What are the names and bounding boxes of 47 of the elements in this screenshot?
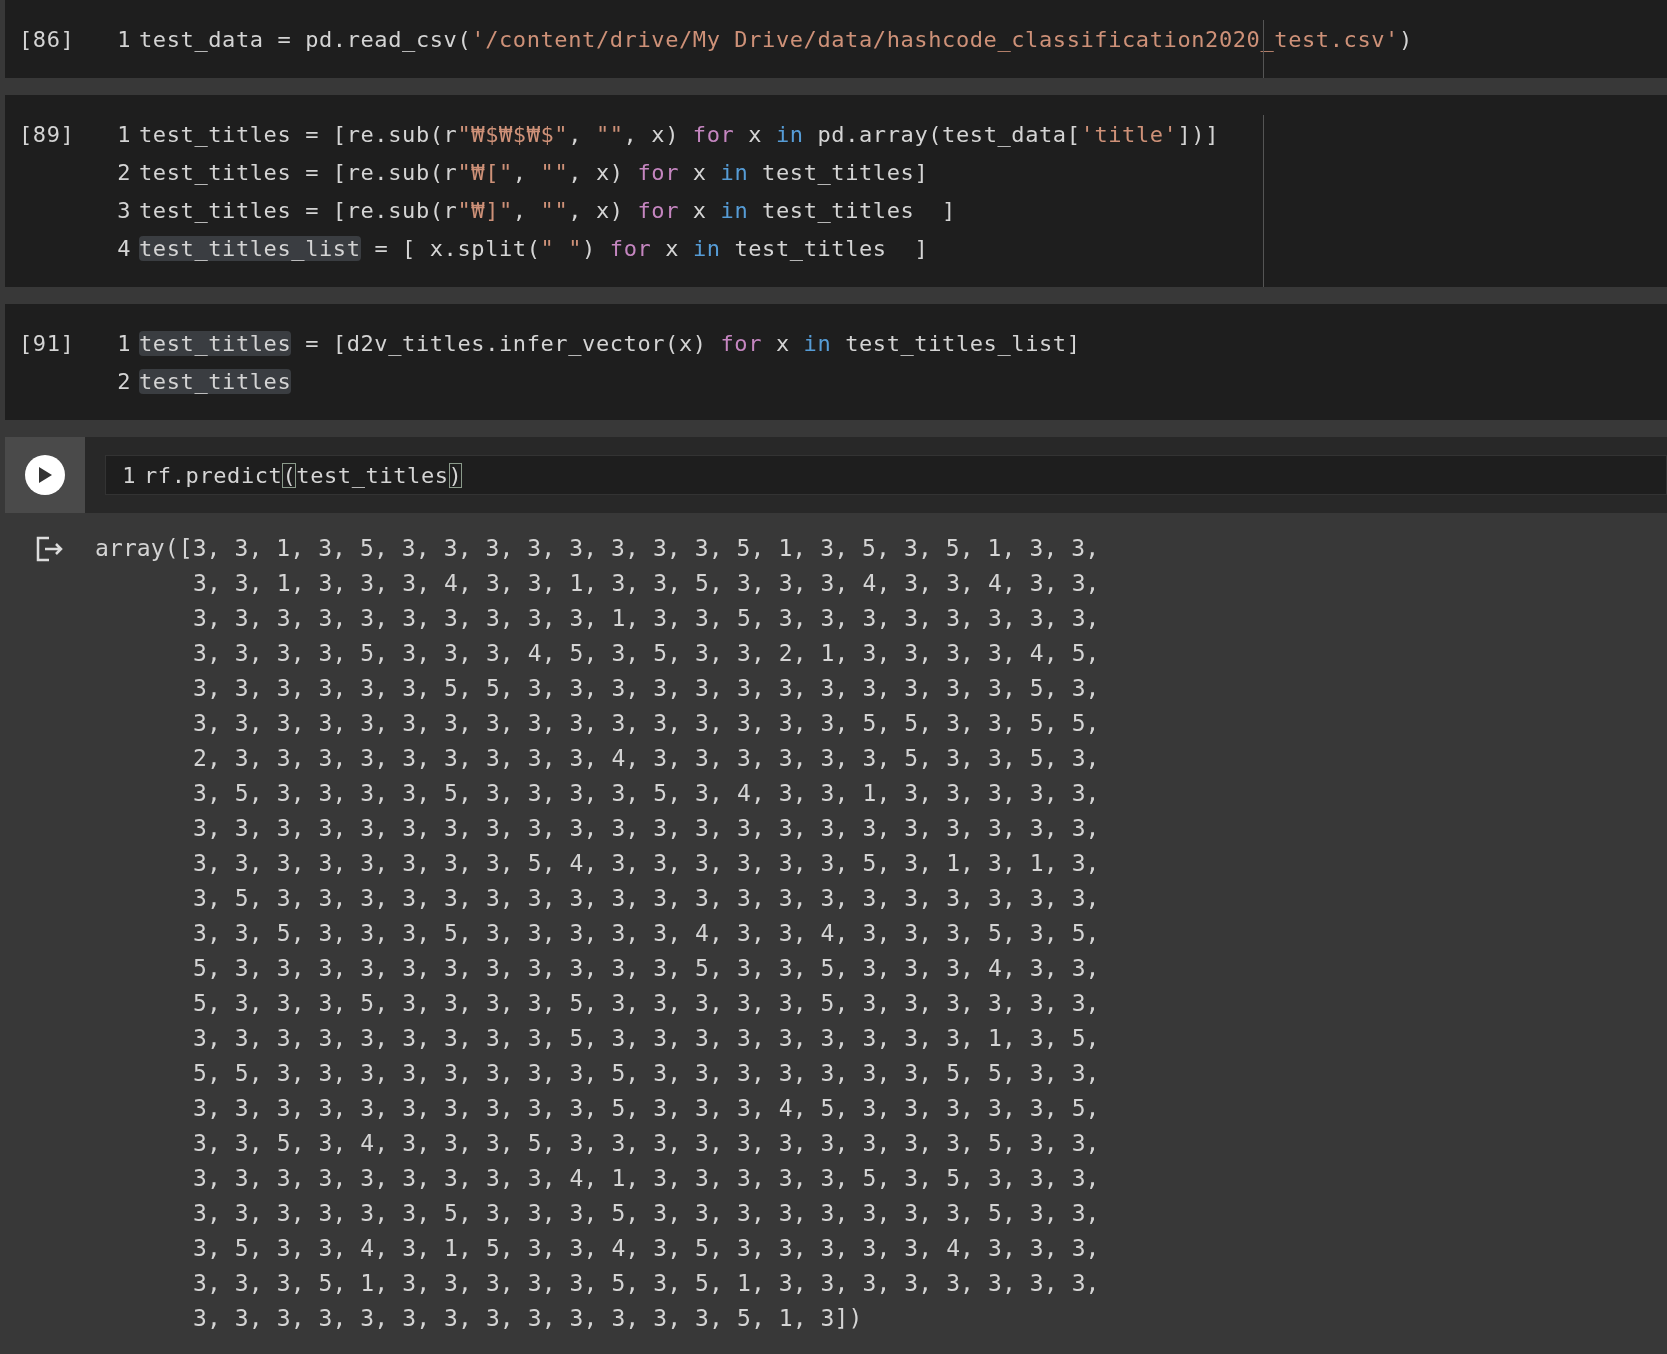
line-number: 2 (116, 158, 131, 187)
output-line: 5, 5, 3, 3, 3, 3, 3, 3, 3, 3, 5, 3, 3, 3, 3, 3, 3, 3, 5, 5, 3, 3, (192, 1059, 1100, 1088)
output-line: 3, 5, 3, 3, 3, 3, 3, 3, 3, 3, 3, 3, 3, 3, 3, 3, 3, 3, 3, 3, 3, 3, (192, 884, 1100, 913)
code-line: test_titles = [re.sub(r"₩[", "", x) for x in test_titles] (139, 158, 929, 187)
line-number: 1 (116, 329, 131, 358)
output-line: 3, 3, 3, 3, 3, 3, 3, 3, 5, 4, 3, 3, 3, 3, 3, 3, 5, 3, 1, 3, 1, 3, (192, 849, 1100, 878)
output-icon (35, 535, 65, 563)
code-line: test_titles = [re.sub(r"₩$₩$₩$", "", x) for x in pd.array(test_data['title'])] (139, 120, 1219, 149)
output-line: 3, 3, 3, 3, 3, 3, 3, 3, 3, 3, 1, 3, 3, 5, 3, 3, 3, 3, 3, 3, 3, 3, (192, 604, 1100, 633)
code-editor[interactable]: 1 test_data = pd.read_csv('/content/drive/My Drive/data/hashcode_classification2020_test.csv') (105, 20, 1667, 58)
code-line: test_data = pd.read_csv('/content/drive/My Drive/data/hashcode_classification2020_test.csv') (139, 25, 1413, 54)
code-line: test_titles_list = [ x.split(" ") for x in test_titles ] (139, 234, 929, 263)
output-line: 2, 3, 3, 3, 3, 3, 3, 3, 3, 3, 4, 3, 3, 3, 3, 3, 3, 5, 3, 3, 5, 3, (192, 744, 1100, 773)
line-number: 1 (116, 120, 131, 149)
line-number: 2 (116, 367, 131, 396)
code-line: rf.predict(test_titles) (144, 461, 463, 490)
line-number: 1 (121, 461, 136, 490)
run-button[interactable] (25, 455, 65, 495)
code-line: test_titles = [re.sub(r"₩]", "", x) for x in test_titles ] (139, 196, 956, 225)
output-line: 3, 3, 3, 3, 3, 3, 3, 3, 3, 4, 1, 3, 3, 3, 3, 3, 5, 3, 5, 3, 3, 3, (192, 1164, 1100, 1193)
execution-count: [86] (18, 25, 76, 54)
output-line: array([3, 3, 1, 3, 5, 3, 3, 3, 3, 3, 3, 3, 3, 5, 1, 3, 5, 3, 5, 1, 3, 3, (95, 534, 1100, 563)
execution-count: [89] (18, 120, 76, 149)
code-editor[interactable]: 1 test_titles = [d2v_titles.infer_vector(x) for x in test_titles_list] 2 test_titles (105, 324, 1667, 400)
output-line: 3, 5, 3, 3, 4, 3, 1, 5, 3, 3, 4, 3, 5, 3, 3, 3, 3, 3, 4, 3, 3, 3, (192, 1234, 1100, 1263)
output-line: 5, 3, 3, 3, 3, 3, 3, 3, 3, 3, 3, 3, 5, 3, 3, 5, 3, 3, 3, 4, 3, 3, (192, 954, 1100, 983)
output-line: 3, 3, 3, 3, 3, 3, 3, 3, 3, 5, 3, 3, 3, 3, 3, 3, 3, 3, 3, 1, 3, 5, (192, 1024, 1100, 1053)
line-number: 4 (116, 234, 131, 263)
output-line: 3, 3, 3, 3, 3, 3, 3, 3, 3, 3, 3, 3, 3, 3, 3, 3, 5, 5, 3, 3, 5, 5, (192, 709, 1100, 738)
output-line: 3, 3, 3, 3, 3, 3, 3, 3, 3, 3, 5, 3, 3, 3, 4, 5, 3, 3, 3, 3, 3, 5, (192, 1094, 1100, 1123)
output-line: 3, 3, 1, 3, 3, 3, 4, 3, 3, 1, 3, 3, 5, 3, 3, 3, 4, 3, 3, 4, 3, 3, (192, 569, 1100, 598)
play-icon (38, 467, 52, 483)
output-line: 3, 3, 3, 3, 3, 3, 5, 5, 3, 3, 3, 3, 3, 3, 3, 3, 3, 3, 3, 3, 5, 3, (192, 674, 1100, 703)
code-line: test_titles = [d2v_titles.infer_vector(x) for x in test_titles_list] (139, 329, 1081, 358)
code-editor[interactable]: 1 rf.predict(test_titles) (105, 455, 1667, 495)
output-line: 3, 3, 3, 3, 3, 3, 3, 3, 3, 3, 3, 3, 3, 5, 1, 3]) (192, 1304, 864, 1333)
output-line: 5, 3, 3, 3, 5, 3, 3, 3, 3, 5, 3, 3, 3, 3, 3, 5, 3, 3, 3, 3, 3, 3, (192, 989, 1100, 1018)
output-line: 3, 3, 5, 3, 4, 3, 3, 3, 5, 3, 3, 3, 3, 3, 3, 3, 3, 3, 3, 5, 3, 3, (192, 1129, 1100, 1158)
line-number: 1 (116, 25, 131, 54)
output-line: 3, 3, 3, 3, 3, 3, 5, 3, 3, 3, 5, 3, 3, 3, 3, 3, 3, 3, 3, 5, 3, 3, (192, 1199, 1100, 1228)
output-line: 3, 5, 3, 3, 3, 3, 5, 3, 3, 3, 3, 5, 3, 4, 3, 3, 1, 3, 3, 3, 3, 3, (192, 779, 1100, 808)
output-line: 3, 3, 3, 5, 1, 3, 3, 3, 3, 3, 5, 3, 5, 1, 3, 3, 3, 3, 3, 3, 3, 3, (192, 1269, 1100, 1298)
output-line: 3, 3, 3, 3, 5, 3, 3, 3, 4, 5, 3, 5, 3, 3, 2, 1, 3, 3, 3, 3, 4, 5, (192, 639, 1100, 668)
output-line: 3, 3, 3, 3, 3, 3, 3, 3, 3, 3, 3, 3, 3, 3, 3, 3, 3, 3, 3, 3, 3, 3, (192, 814, 1100, 843)
line-number: 3 (116, 196, 131, 225)
output-line: 3, 3, 5, 3, 3, 3, 5, 3, 3, 3, 3, 3, 4, 3, 3, 4, 3, 3, 3, 5, 3, 5, (192, 919, 1100, 948)
execution-count: [91] (18, 329, 76, 358)
